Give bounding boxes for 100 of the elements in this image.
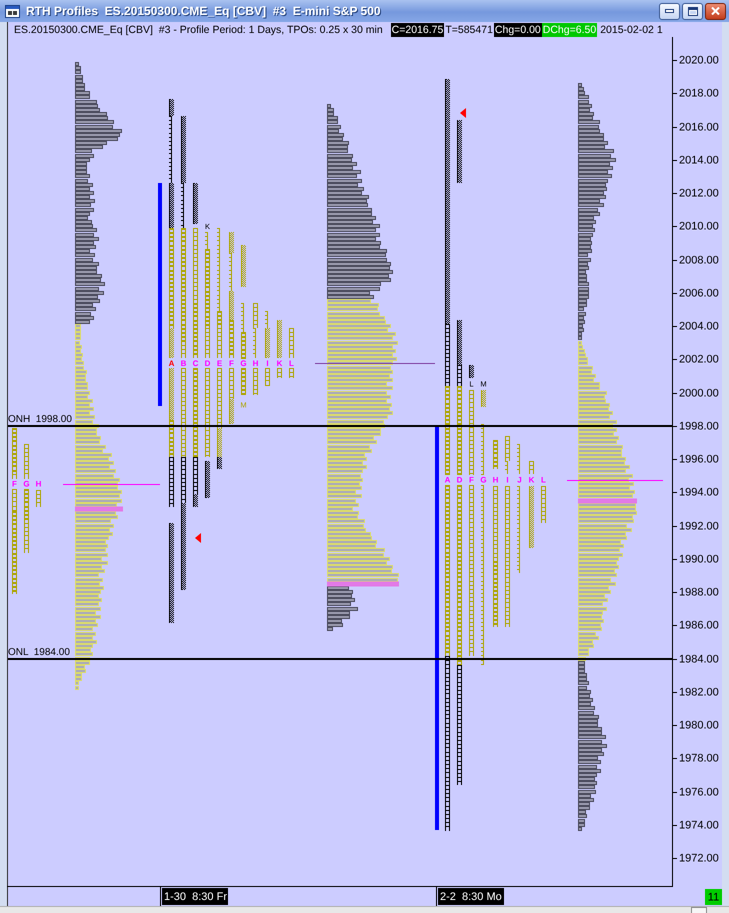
price-label: 1986.00 xyxy=(679,620,719,632)
tpo-letter: L xyxy=(541,475,546,484)
level-label: ONL 1984.00 xyxy=(8,647,70,658)
highlight-bar xyxy=(578,498,637,504)
tpo-column xyxy=(265,368,270,386)
tpo-column xyxy=(289,368,294,378)
quote-readout: T=585471 xyxy=(444,22,494,36)
tpo-column xyxy=(36,490,41,507)
tpo-column xyxy=(505,436,510,474)
scrollbar-thumb[interactable] xyxy=(691,907,707,913)
maximize-button[interactable] xyxy=(682,2,703,20)
price-label: 1994.00 xyxy=(679,486,719,498)
highlight-bar xyxy=(75,506,123,512)
tpo-column xyxy=(241,245,246,287)
tpo-letter: A xyxy=(168,358,174,368)
tpo-letter: K xyxy=(528,475,534,484)
tpo-letter: G xyxy=(240,358,247,368)
highlight-bar xyxy=(327,582,399,586)
price-label: 1996.00 xyxy=(679,454,719,466)
tpo-letter: D xyxy=(456,475,462,484)
price-label: 1972.00 xyxy=(679,852,719,864)
price-label: 2016.00 xyxy=(679,122,719,134)
horizontal-scrollbar[interactable] xyxy=(0,906,729,913)
price-label: 2004.00 xyxy=(679,320,719,332)
price-label: 1978.00 xyxy=(679,752,719,764)
tpo-column xyxy=(289,328,294,358)
quote-readout: Chg=0.00 xyxy=(494,22,542,36)
tpo-column xyxy=(265,311,270,358)
tpo-letter: F xyxy=(229,358,234,368)
tpo-letter: H xyxy=(492,475,498,484)
tpo-column xyxy=(241,368,246,395)
price-label: 1988.00 xyxy=(679,586,719,598)
tpo-letter: A xyxy=(444,475,450,484)
tpo-column xyxy=(277,320,282,358)
tpo-column xyxy=(24,444,29,479)
price-label: 1974.00 xyxy=(679,820,719,832)
tpo-column xyxy=(253,368,258,395)
tpo-column xyxy=(481,424,484,475)
triangle-marker-icon xyxy=(460,108,466,118)
tpo-column xyxy=(529,461,534,474)
tpo-column xyxy=(493,440,498,469)
minimize-button[interactable] xyxy=(659,2,680,20)
price-label: 1976.00 xyxy=(679,786,719,798)
price-label: 1984.00 xyxy=(679,654,719,666)
tpo-letter: E xyxy=(216,358,222,368)
triangle-marker-icon xyxy=(195,533,201,543)
tpo-letter: D xyxy=(204,358,210,368)
tpo-column xyxy=(241,303,246,359)
price-label: 2012.00 xyxy=(679,188,719,200)
price-label: 1992.00 xyxy=(679,520,719,532)
timestamp-label: 2015-02-02 1 xyxy=(599,24,663,36)
tpo-column xyxy=(457,120,462,183)
price-label: 2014.00 xyxy=(679,154,719,166)
tpo-letter: G xyxy=(480,475,487,484)
tpo-column xyxy=(277,368,282,378)
tpo-column xyxy=(229,368,234,424)
tpo-column xyxy=(205,461,210,498)
tpo-letter: I xyxy=(506,475,509,484)
tpo-column xyxy=(24,489,29,553)
tpo-letter: I xyxy=(266,358,269,368)
price-label: 2018.00 xyxy=(679,88,719,100)
price-label: 1998.00 xyxy=(679,420,719,432)
close-icon xyxy=(711,7,720,15)
tpo-column xyxy=(541,486,546,523)
price-label: 2002.00 xyxy=(679,354,719,366)
price-label: 1990.00 xyxy=(679,554,719,566)
count-badge: 11 xyxy=(705,889,722,905)
window-title: RTH Profiles ES.20150300.CME_Eq [CBV] #3 E-mini S&P 500 xyxy=(26,4,382,18)
price-label: 2000.00 xyxy=(679,388,719,400)
tpo-letter: F xyxy=(12,479,17,488)
tpo-letter: B xyxy=(180,358,186,368)
tpo-letter: L xyxy=(289,358,294,368)
quote-readout: DChg=6.50 xyxy=(542,22,598,36)
price-label: 2020.00 xyxy=(679,54,719,66)
tpo-letter: C xyxy=(192,358,198,368)
price-label: 1980.00 xyxy=(679,720,719,732)
tpo-letter: H xyxy=(36,479,42,488)
price-label: 2010.00 xyxy=(679,220,719,232)
price-label: 2008.00 xyxy=(679,254,719,266)
tpo-letter: G xyxy=(23,479,30,488)
tpo-letter: J xyxy=(517,475,522,484)
level-label: ONH 1998.00 xyxy=(8,414,72,425)
tpo-column xyxy=(469,365,474,378)
time-label: 2-2 8:30 Mo xyxy=(438,888,504,905)
price-label: 2006.00 xyxy=(679,288,719,300)
price-label: 1982.00 xyxy=(679,686,719,698)
tpo-column xyxy=(253,303,258,358)
quote-readout: C=2016.75 xyxy=(390,22,444,36)
tpo-letter: H xyxy=(252,358,258,368)
tpo-column xyxy=(193,183,198,224)
close-button[interactable] xyxy=(705,2,726,20)
tpo-letter: F xyxy=(469,475,474,484)
tpo-column xyxy=(517,444,520,474)
tpo-column xyxy=(481,390,486,407)
minimize-icon xyxy=(665,9,674,13)
tpo-column xyxy=(529,486,534,548)
time-label: 1-30 8:30 Fr xyxy=(162,888,228,905)
tpo-column xyxy=(12,428,17,479)
profile-description: ES.20150300.CME_Eq [CBV] #3 - Profile Period: 1 Days, TPOs: 0.25 x 30 min xyxy=(14,24,383,36)
tpo-letter: K xyxy=(276,358,282,368)
